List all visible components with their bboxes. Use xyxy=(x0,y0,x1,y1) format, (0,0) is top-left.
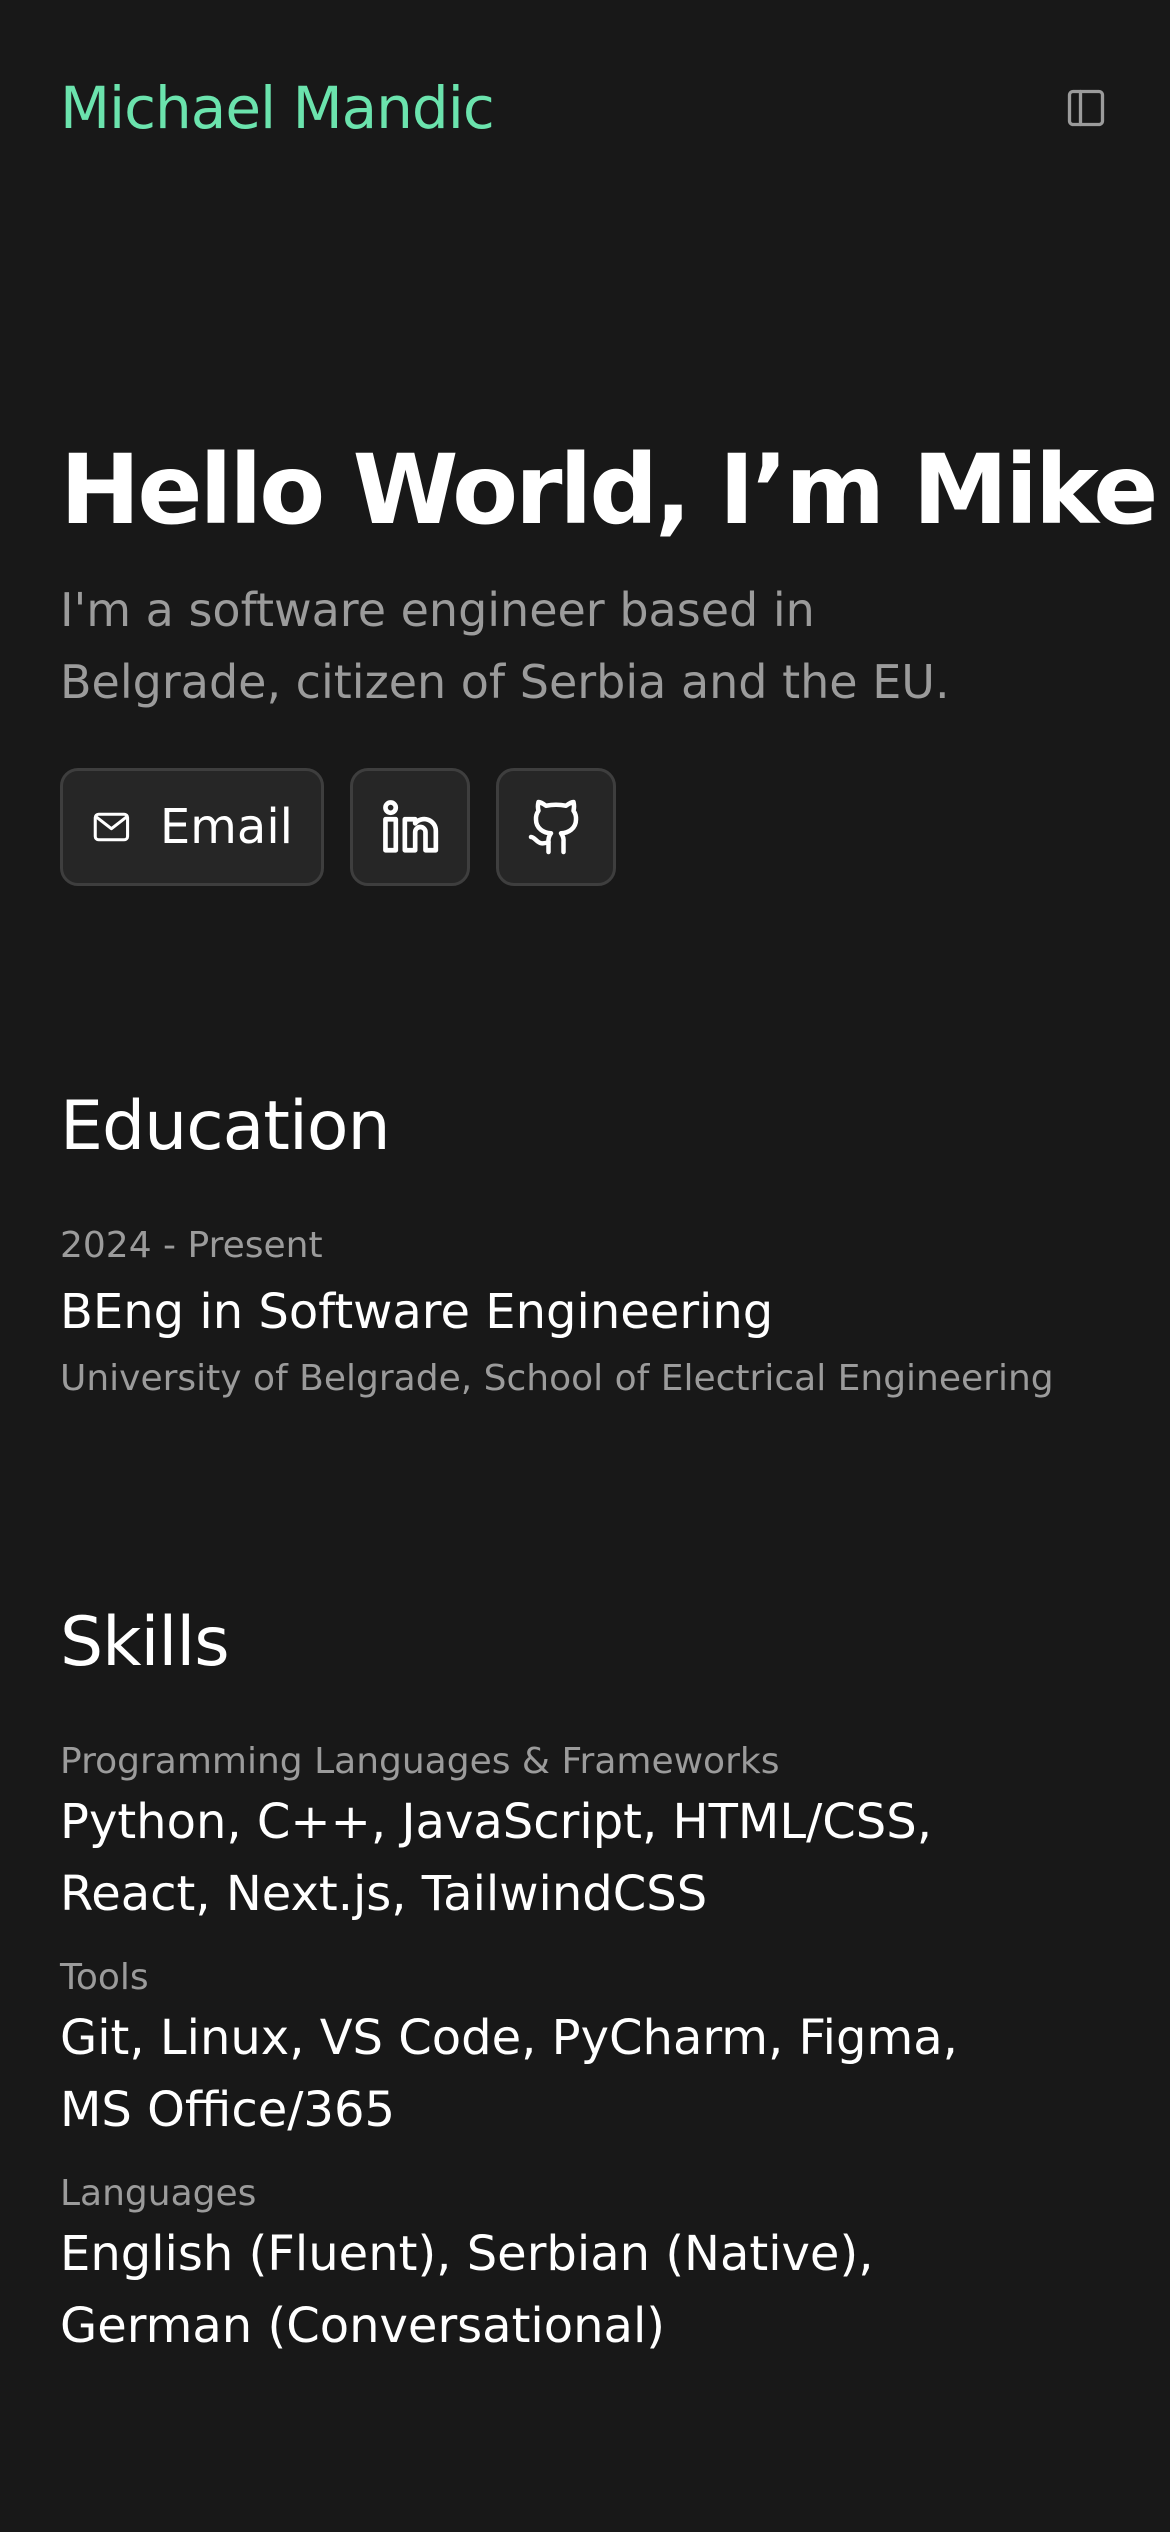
contact-actions: Email xyxy=(60,768,616,886)
top-bar: Michael Mandic xyxy=(60,70,1110,146)
skill-group-value: Python, C++, JavaScript, HTML/CSS, React… xyxy=(60,1794,932,1922)
hero-subtitle: I'm a software engineer based in Belgrad… xyxy=(60,583,950,709)
github-button[interactable] xyxy=(496,768,616,886)
linkedin-icon xyxy=(383,800,439,853)
site-name[interactable]: Michael Mandic xyxy=(60,70,495,146)
github-icon xyxy=(528,799,579,855)
sidebar-panel-icon xyxy=(1067,89,1105,127)
education-institution: University of Belgrade, School of Electr… xyxy=(60,1358,1054,1399)
skill-group-label: Programming Languages & Frameworks xyxy=(60,1741,780,1782)
skill-group-value: Git, Linux, VS Code, PyCharm, Figma, MS … xyxy=(60,2010,958,2138)
education-period: 2024 - Present xyxy=(60,1225,323,1266)
skill-group-label: Tools xyxy=(60,1957,149,1998)
skills-heading: Skills xyxy=(60,1603,230,1682)
email-button[interactable]: Email xyxy=(60,768,324,886)
education-degree: BEng in Software Engineering xyxy=(60,1284,774,1340)
sidebar-toggle-button[interactable] xyxy=(1062,84,1110,132)
skill-group-label: Languages xyxy=(60,2173,257,2214)
email-button-label: Email xyxy=(159,799,293,855)
skill-group-value: English (Fluent), Serbian (Native), Germ… xyxy=(60,2226,874,2354)
mail-icon xyxy=(93,812,130,842)
hero-title: Hello World, I’m Mike xyxy=(60,434,1158,546)
linkedin-button[interactable] xyxy=(350,768,470,886)
education-heading: Education xyxy=(60,1087,391,1166)
